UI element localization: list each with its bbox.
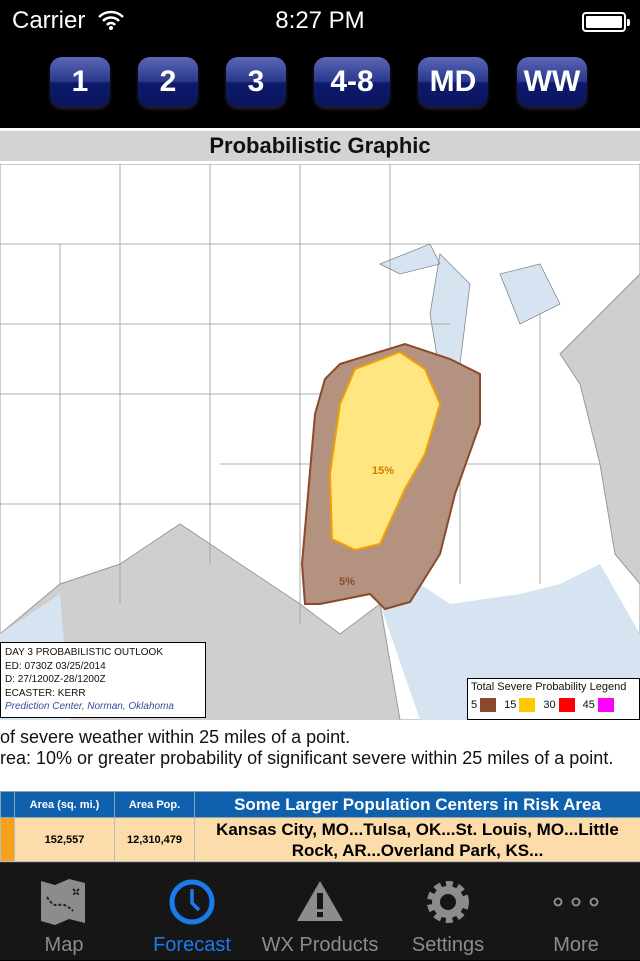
day-2-button[interactable]: 2	[138, 57, 198, 107]
warning-icon	[295, 877, 345, 927]
cell-area: 152,557	[15, 818, 115, 862]
legend-value: 5	[471, 699, 477, 711]
tab-settings[interactable]: Settings	[384, 863, 512, 961]
header-area: Area (sq. mi.)	[15, 792, 115, 818]
day-3-button[interactable]: 3	[226, 57, 286, 107]
tab-map[interactable]: Map	[0, 863, 128, 961]
header-pop: Area Pop.	[115, 792, 195, 818]
outlook-info-box: DAY 3 PROBABILISTIC OUTLOOK ED: 0730Z 03…	[0, 642, 206, 718]
status-bar: Carrier 8:27 PM	[0, 0, 640, 40]
tab-label: Map	[0, 934, 128, 957]
legend-swatch	[559, 698, 575, 712]
info-line: ECASTER: KERR	[5, 687, 201, 701]
info-line: DAY 3 PROBABILISTIC OUTLOOK	[5, 646, 201, 660]
info-line: ED: 0730Z 03/25/2014	[5, 660, 201, 674]
cell-centers: Kansas City, MO...Tulsa, OK...St. Louis,…	[195, 818, 640, 862]
tab-more[interactable]: More	[512, 863, 640, 961]
clock-icon	[167, 877, 217, 927]
legend-value: 45	[583, 699, 595, 711]
tab-label: Forecast	[128, 934, 256, 957]
day-1-button[interactable]: 1	[50, 57, 110, 107]
map-icon	[39, 877, 89, 927]
tab-bar: Map Forecast WX Products Settings More	[0, 862, 640, 960]
more-icon	[551, 877, 601, 927]
label-15-percent: 15%	[372, 465, 394, 477]
battery-icon	[582, 12, 626, 32]
info-line: D: 27/1200Z-28/1200Z	[5, 673, 201, 687]
table-row: 152,55712,310,479Kansas City, MO...Tulsa…	[1, 818, 640, 862]
ww-button[interactable]: WW	[517, 57, 587, 107]
legend-title: Total Severe Probability Legend	[471, 681, 636, 693]
header-centers: Some Larger Population Centers in Risk A…	[195, 792, 640, 818]
md-button[interactable]: MD	[418, 57, 488, 107]
label-5-percent: 5%	[339, 576, 355, 588]
description-line-2: rea: 10% or greater probability of signi…	[0, 748, 640, 769]
tab-wx-products[interactable]: WX Products	[256, 863, 384, 961]
info-line: Prediction Center, Norman, Oklahoma	[5, 700, 201, 714]
legend-swatch	[480, 698, 496, 712]
legend-swatch	[519, 698, 535, 712]
day-4-8-button[interactable]: 4-8	[314, 57, 390, 107]
risk-table: Area (sq. mi.)Area Pop.Some Larger Popul…	[0, 791, 640, 862]
tab-label: Settings	[384, 934, 512, 957]
tab-label: WX Products	[256, 934, 384, 957]
tab-forecast[interactable]: Forecast	[128, 863, 256, 961]
clock: 8:27 PM	[0, 7, 640, 35]
page-title: Probabilistic Graphic	[0, 131, 640, 161]
outlook-map[interactable]: 15% 5%	[0, 164, 640, 720]
legend-value: 30	[543, 699, 555, 711]
probability-legend: Total Severe Probability Legend 5 15 30 …	[467, 678, 640, 720]
cell-pop: 12,310,479	[115, 818, 195, 862]
legend-swatch	[598, 698, 614, 712]
forecast-content[interactable]: Probabilistic Graphic 15% 5% DAY 3 PROBA…	[0, 128, 640, 862]
gear-icon	[423, 877, 473, 927]
description-line-1: of severe weather within 25 miles of a p…	[0, 727, 640, 748]
legend-value: 15	[504, 699, 516, 711]
tab-label: More	[512, 934, 640, 957]
